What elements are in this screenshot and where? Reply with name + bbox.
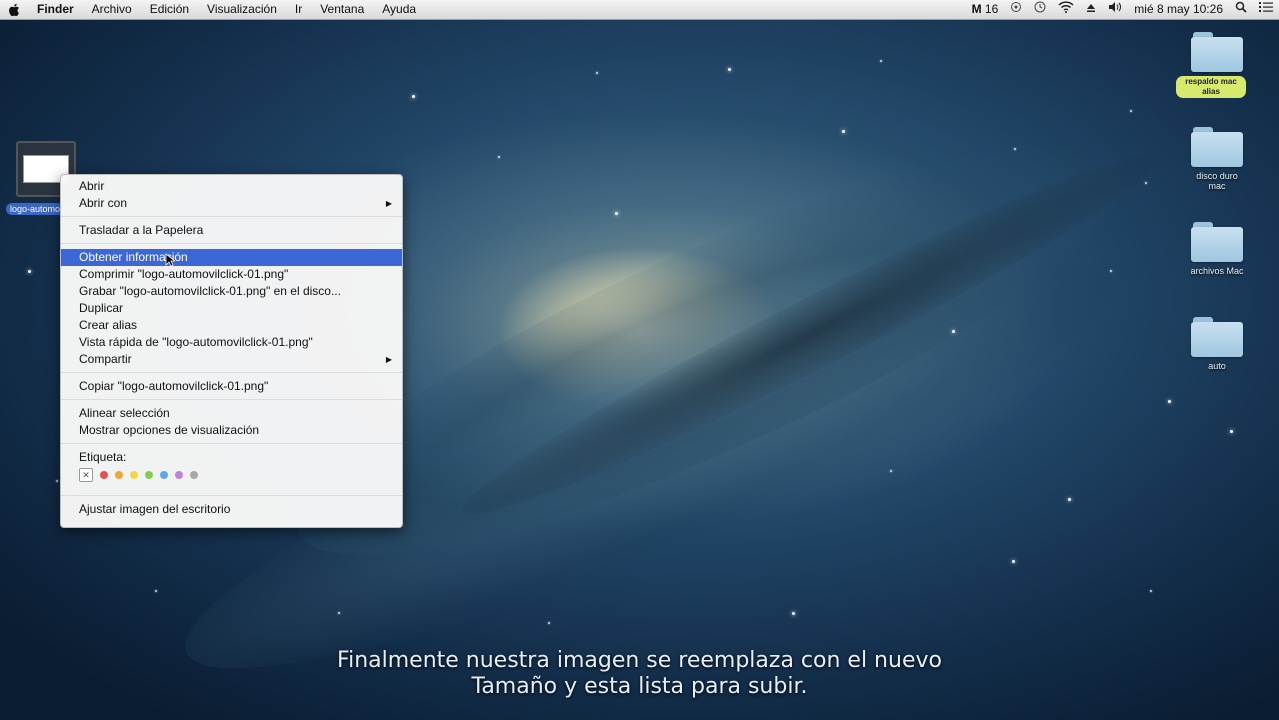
star	[1230, 430, 1233, 433]
label-color-purple[interactable]	[175, 471, 183, 479]
sync-status-icon[interactable]	[1004, 0, 1028, 19]
folder-disco-duro-mac[interactable]: disco duro mac	[1187, 127, 1247, 191]
star	[728, 68, 731, 71]
star	[792, 612, 795, 615]
menu-ayuda[interactable]: Ayuda	[373, 0, 425, 19]
menu-separator	[61, 495, 402, 496]
menu-item-crear-alias[interactable]: Crear alias	[61, 317, 402, 334]
star	[155, 590, 157, 592]
star	[1012, 560, 1015, 563]
folder-icon	[1191, 127, 1243, 167]
mail-status[interactable]: M 16	[966, 0, 1005, 19]
label-color-red[interactable]	[100, 471, 108, 479]
star	[56, 480, 58, 482]
status-menus: M 16 mié 8 may 10:26	[966, 0, 1279, 19]
star	[1168, 400, 1171, 403]
folder-auto[interactable]: auto	[1187, 317, 1247, 371]
menu-item-vista-rapida[interactable]: Vista rápida de "logo-automovilclick-01.…	[61, 334, 402, 351]
menu-item-comprimir[interactable]: Comprimir "logo-automovilclick-01.png"	[61, 266, 402, 283]
mail-count: 16	[984, 2, 999, 16]
star	[338, 612, 340, 614]
menu-visualizacion[interactable]: Visualización	[198, 0, 286, 19]
star	[890, 470, 892, 472]
label-color-orange[interactable]	[115, 471, 123, 479]
label-color-yellow[interactable]	[130, 471, 138, 479]
time-machine-icon[interactable]	[1028, 0, 1052, 19]
star	[615, 212, 618, 215]
star	[498, 156, 500, 158]
caption-line-2: Tamaño y esta lista para subir.	[471, 674, 808, 699]
menu-item-duplicar[interactable]: Duplicar	[61, 300, 402, 317]
caption-line-1: Finalmente nuestra imagen se reemplaza c…	[337, 648, 942, 673]
context-menu: Abrir Abrir con ▶ Trasladar a la Papeler…	[60, 174, 403, 528]
folder-label: auto	[1208, 361, 1226, 371]
menu-item-label: Abrir con	[79, 196, 128, 210]
spotlight-search-icon[interactable]	[1229, 0, 1253, 19]
star	[548, 622, 550, 624]
star	[1014, 148, 1016, 150]
clock[interactable]: mié 8 may 10:26	[1128, 0, 1229, 19]
star	[1110, 270, 1112, 272]
folder-icon	[1191, 317, 1243, 357]
menu-edicion[interactable]: Edición	[141, 0, 198, 19]
star	[1150, 590, 1152, 592]
menu-separator	[61, 443, 402, 444]
menu-ir[interactable]: Ir	[286, 0, 311, 19]
menu-item-alinear-seleccion[interactable]: Alinear selección	[61, 405, 402, 422]
label-color-blue[interactable]	[160, 471, 168, 479]
submenu-arrow-icon: ▶	[385, 355, 392, 364]
menu-separator	[61, 216, 402, 217]
star	[1130, 110, 1132, 112]
folder-icon	[1191, 222, 1243, 262]
folder-label: respaldo mac alias	[1176, 76, 1246, 98]
no-label-x-icon[interactable]: ✕	[79, 468, 93, 482]
menu-item-obtener-informacion[interactable]: Obtener información	[61, 249, 402, 266]
mail-icon: M	[971, 2, 982, 16]
menu-item-compartir[interactable]: Compartir ▶	[61, 351, 402, 368]
video-caption: Finalmente nuestra imagen se reemplaza c…	[0, 648, 1279, 700]
star	[412, 95, 415, 98]
star	[596, 72, 598, 74]
star	[880, 60, 882, 62]
menu-item-ajustar-imagen-escritorio[interactable]: Ajustar imagen del escritorio	[61, 501, 402, 518]
volume-icon[interactable]	[1102, 0, 1128, 19]
wifi-icon[interactable]	[1052, 0, 1080, 19]
mouse-cursor-icon	[165, 253, 177, 272]
notification-center-icon[interactable]	[1253, 0, 1279, 19]
folder-label: archivos Mac	[1190, 266, 1244, 276]
menu-archivo[interactable]: Archivo	[83, 0, 141, 19]
menu-item-mostrar-opciones[interactable]: Mostrar opciones de visualización	[61, 422, 402, 439]
label-color-row: ✕	[61, 465, 402, 485]
star	[952, 330, 955, 333]
star	[842, 130, 845, 133]
folder-icon	[1191, 32, 1243, 72]
folder-respaldo-mac-alias[interactable]: respaldo mac alias	[1176, 32, 1247, 99]
menu-separator	[61, 243, 402, 244]
star	[1145, 182, 1147, 184]
menu-bar: Finder Archivo Edición Visualización Ir …	[0, 0, 1279, 20]
label-section-title: Etiqueta:	[79, 450, 127, 464]
star	[28, 270, 31, 273]
menu-app-finder[interactable]: Finder	[28, 0, 83, 19]
folder-archivos-mac[interactable]: archivos Mac	[1187, 222, 1247, 276]
eject-icon[interactable]	[1080, 0, 1102, 19]
label-color-green[interactable]	[145, 471, 153, 479]
star	[1068, 498, 1071, 501]
menu-ventana[interactable]: Ventana	[311, 0, 373, 19]
menu-item-abrir[interactable]: Abrir	[61, 178, 402, 195]
folder-label: disco duro mac	[1196, 171, 1238, 191]
submenu-arrow-icon: ▶	[385, 199, 392, 208]
apple-menu-icon[interactable]	[0, 3, 28, 17]
menu-separator	[61, 399, 402, 400]
menu-item-abrir-con[interactable]: Abrir con ▶	[61, 195, 402, 212]
menu-item-copiar[interactable]: Copiar "logo-automovilclick-01.png"	[61, 378, 402, 395]
label-color-gray[interactable]	[190, 471, 198, 479]
menu-item-grabar-disco[interactable]: Grabar "logo-automovilclick-01.png" en e…	[61, 283, 402, 300]
menu-separator	[61, 372, 402, 373]
menu-item-trasladar-papelera[interactable]: Trasladar a la Papelera	[61, 222, 402, 239]
menu-item-label: Compartir	[79, 352, 132, 366]
